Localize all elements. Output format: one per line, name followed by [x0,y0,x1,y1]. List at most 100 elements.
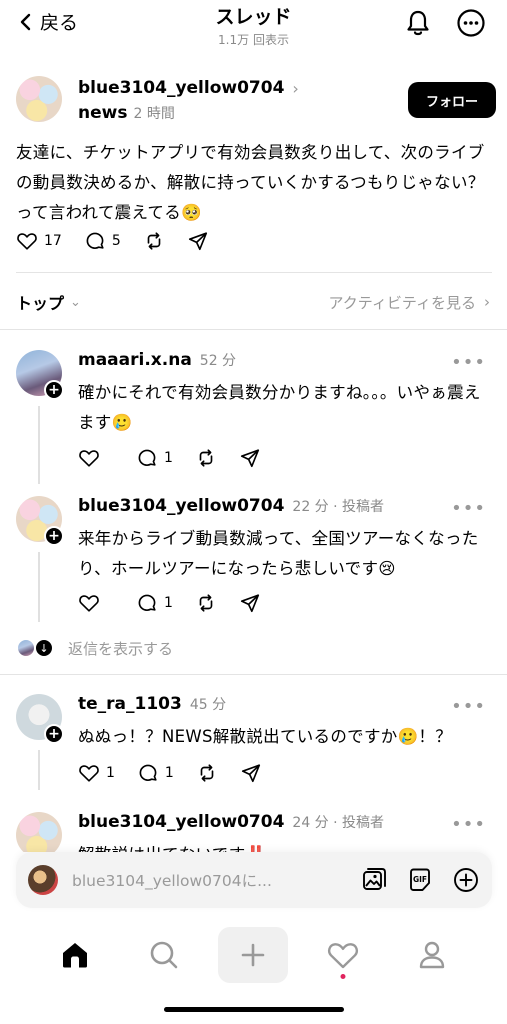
follow-plus-icon[interactable]: + [44,724,64,744]
comment-button[interactable]: 5 [84,230,121,252]
repost-button[interactable] [195,592,217,614]
post-header: blue3104_yellow0704 › news 2 時間 フォロー [16,76,496,128]
reply-composer[interactable]: blue3104_yellow0704に... GIF [16,852,492,908]
reply-time: 22 分 · 投稿者 [292,499,385,515]
comment-button[interactable]: 1 [136,447,173,469]
share-button[interactable] [187,230,209,252]
search-icon [150,941,178,969]
like-button[interactable] [78,592,106,614]
tab-activity[interactable] [308,927,378,983]
tab-home[interactable] [40,927,110,983]
reply-time: 24 分 · 投稿者 [292,815,385,831]
repost-icon [200,764,214,782]
reply-author[interactable]: te_ra_1103 [78,694,182,714]
more-icon[interactable]: ••• [451,814,486,835]
like-button[interactable]: 17 [16,230,62,252]
comment-icon [138,449,156,466]
add-circle-icon[interactable] [452,866,480,894]
comment-count: 1 [164,765,174,781]
heart-icon [79,595,99,612]
post-body: 友達に、チケットアプリで有効会員数炙り出して、次のライブの動員数決めるか、解散に… [16,143,485,222]
heart-icon [327,943,358,969]
author-name[interactable]: blue3104_yellow0704 [78,78,284,98]
reply-body: 確かにそれで有効会員数分かりますね。。。いやぁ震えます🥲 [78,383,481,432]
repost-icon [199,449,213,467]
avatar[interactable] [16,76,62,122]
more-icon[interactable]: ••• [451,696,486,717]
show-replies-link[interactable]: ↓ 返信を表示する [16,636,173,660]
thread-line [38,552,40,622]
send-icon [241,764,260,783]
author-row[interactable]: blue3104_yellow0704 › [78,78,299,98]
comment-button[interactable]: 1 [136,592,173,614]
send-icon [188,232,207,251]
like-button[interactable] [78,447,106,469]
sort-label: トップ [16,294,65,313]
sort-dropdown[interactable]: トップ ⌄ [16,290,81,314]
home-indicator [164,1007,344,1012]
share-button[interactable] [240,762,262,784]
avatar [16,638,36,658]
repost-button[interactable] [195,447,217,469]
reply-input[interactable]: blue3104_yellow0704に... [72,869,360,891]
like-count: 1 [106,765,115,781]
profile-icon [420,941,445,969]
plus-icon [242,943,265,967]
activity-link[interactable]: アクティビティを見る › [329,292,490,313]
follow-plus-icon[interactable]: + [44,380,64,400]
tab-search[interactable] [129,927,199,983]
more-icon[interactable]: ••• [451,498,486,519]
like-button[interactable]: 1 [78,762,115,784]
comment-icon [139,764,157,781]
heart-icon [17,233,37,250]
chevron-right-icon: › [484,293,490,311]
photo-icon[interactable] [360,866,388,894]
sort-bar: トップ ⌄ アクティビティを見る › [16,288,490,316]
reply-time: 45 分 [189,697,227,713]
thread-line [38,750,40,790]
more-options-icon[interactable] [456,8,486,38]
thread-line [38,406,40,484]
reply-header: te_ra_1103 45 分 [78,694,226,714]
chevron-right-icon: › [292,78,299,98]
repost-button[interactable] [196,762,218,784]
repost-button[interactable] [143,230,165,252]
reply-author[interactable]: blue3104_yellow0704 [78,496,284,516]
post-time: 2 時間 [133,106,175,122]
follow-button[interactable]: フォロー [408,82,496,118]
reply-avatars: ↓ [16,636,58,660]
reply-body: 来年からライブ動員数減って、全国ツアーなくなったり、ホールツアーになったら悲しい… [78,529,479,578]
comment-count: 1 [164,450,173,466]
divider [0,329,507,330]
follow-plus-icon[interactable]: + [44,526,64,546]
share-button[interactable] [239,592,261,614]
share-button[interactable] [239,447,261,469]
divider [16,272,492,273]
gif-icon[interactable]: GIF [406,866,434,894]
reply-author[interactable]: blue3104_yellow0704 [78,812,284,832]
author-subname: news [78,103,128,123]
tab-profile[interactable] [397,927,467,983]
reply-actions: 1 [78,592,283,614]
activity-label: アクティビティを見る [328,293,476,312]
comment-icon [138,594,156,611]
tab-new-post[interactable] [218,927,289,983]
reply-author[interactable]: maaari.x.na [78,350,192,370]
send-icon [240,594,259,613]
heart-icon [79,450,99,467]
reply-header: blue3104_yellow0704 22 分 · 投稿者 [78,496,384,516]
send-icon [240,449,259,468]
like-count: 17 [44,233,62,249]
reply-time: 52 分 [199,353,237,369]
reply-item[interactable]: blue3104_yellow0704 24 分 · 投稿者 ••• 解散説は出… [16,812,490,852]
repost-icon [147,232,161,250]
show-replies-label: 返信を表示する [68,639,174,658]
reply-header: blue3104_yellow0704 24 分 · 投稿者 [78,812,384,832]
avatar[interactable] [16,812,62,852]
more-icon[interactable]: ••• [451,352,486,373]
svg-text:GIF: GIF [413,875,427,884]
comment-button[interactable]: 1 [137,762,174,784]
bell-icon[interactable] [403,8,433,38]
reply-body: ぬぬっ！？NEWS解散説出ているのですか🥲！？ [78,727,453,746]
reply-actions: 1 [78,447,283,469]
